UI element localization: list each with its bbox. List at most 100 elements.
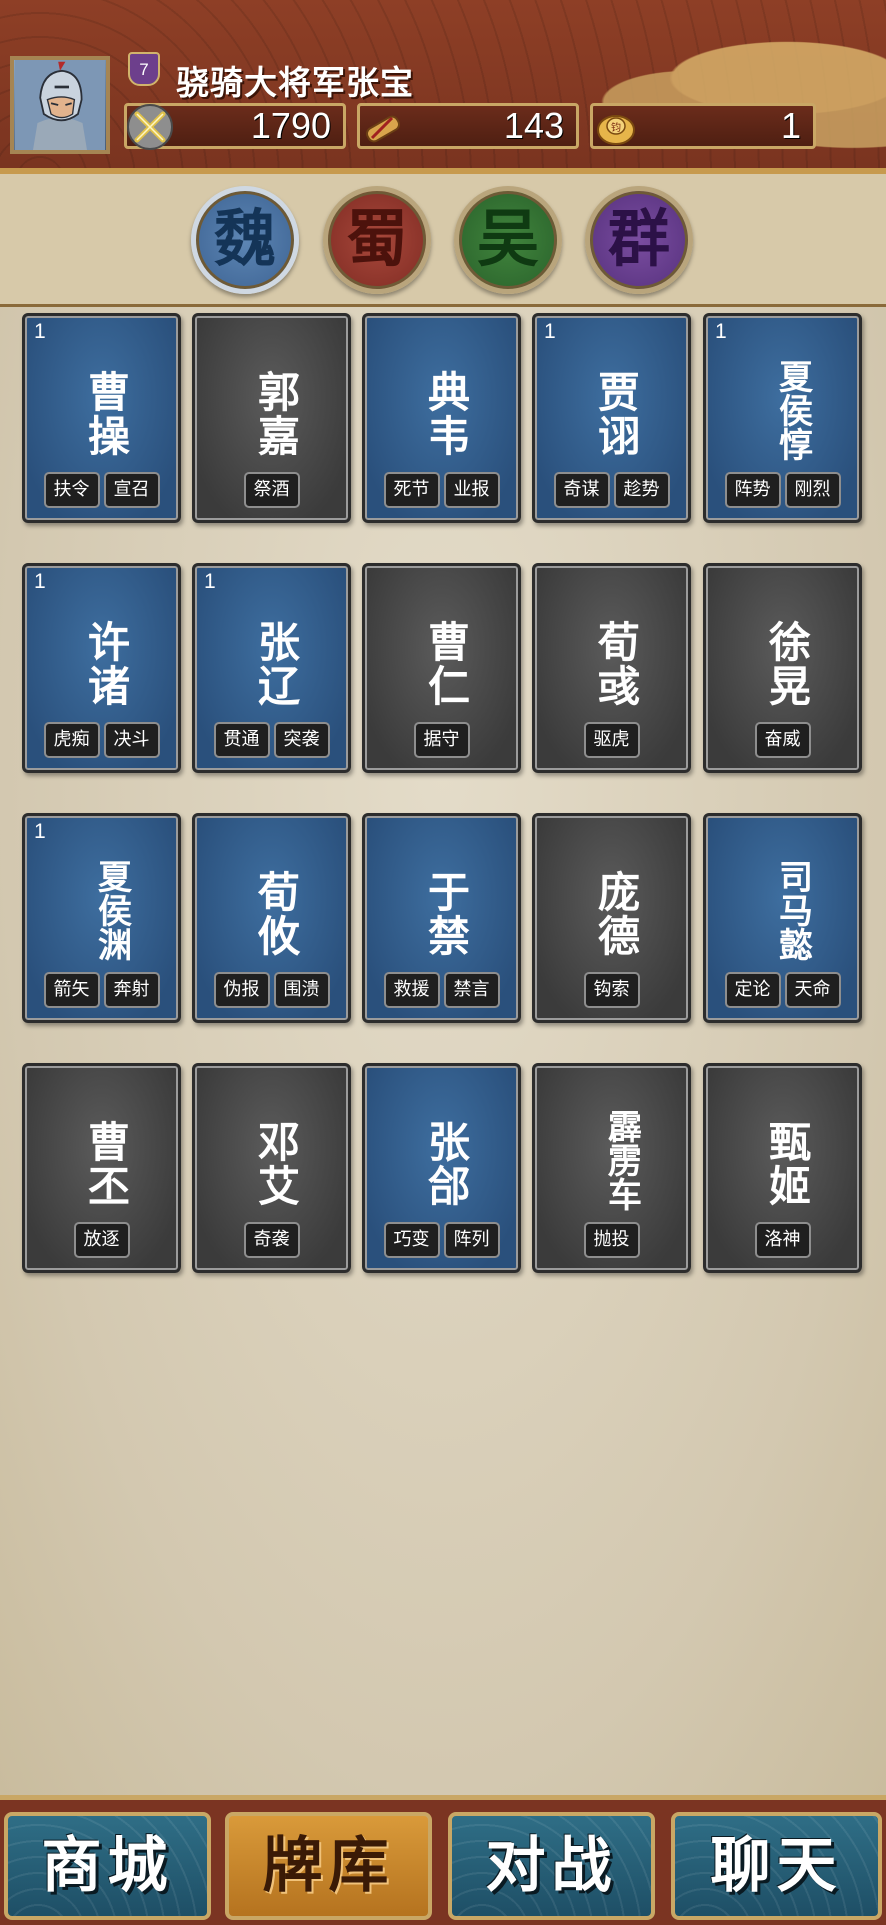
general-card[interactable]: 荀彧 驱虎 <box>532 563 691 773</box>
skill-list: 奋威 <box>706 722 859 758</box>
skill-tag[interactable]: 刚烈 <box>784 472 841 508</box>
skill-tag[interactable]: 抛投 <box>583 1222 640 1258</box>
skill-tag[interactable]: 奋威 <box>754 722 811 758</box>
avatar[interactable] <box>10 56 110 154</box>
card-name: 郭嘉 <box>251 370 301 458</box>
skill-list: 据守 <box>365 722 518 758</box>
skill-tag[interactable]: 围溃 <box>273 972 330 1008</box>
general-card[interactable]: 1 贾诩 奇谋 趁势 <box>532 313 691 523</box>
skill-tag[interactable]: 驱虎 <box>583 722 640 758</box>
skill-tag[interactable]: 救援 <box>383 972 440 1008</box>
skill-tag[interactable]: 定论 <box>724 972 781 1008</box>
nav-chat[interactable]: 聊天 <box>671 1812 882 1920</box>
skill-tag[interactable]: 突袭 <box>273 722 330 758</box>
card-grid <box>0 307 886 1795</box>
card-name: 邓艾 <box>251 1120 301 1208</box>
skill-list: 箭矢 奔射 <box>25 972 178 1008</box>
skill-list: 驱虎 <box>535 722 688 758</box>
general-card[interactable]: 霹雳车抛投 <box>532 1063 691 1273</box>
general-card[interactable]: 1 张辽 贯通 突袭 <box>192 563 351 773</box>
general-card[interactable]: 1 夏侯惇 阵势 刚烈 <box>703 313 862 523</box>
card-name: 夏侯渊 <box>91 859 132 961</box>
player-header: 7 骁骑大将军张宝 1790 143 钧 1 <box>0 0 886 174</box>
skill-tag[interactable]: 箭矢 <box>43 972 100 1008</box>
general-card[interactable]: 曹仁据守 <box>362 563 521 773</box>
card-name: 霹雳车 <box>601 1109 642 1211</box>
skill-tag[interactable]: 阵列 <box>443 1222 500 1258</box>
skill-tag[interactable]: 阵势 <box>724 472 781 508</box>
skill-tag[interactable]: 天命 <box>784 972 841 1008</box>
faction-tab-wu[interactable]: 吴 <box>454 186 562 294</box>
skill-tag[interactable]: 死节 <box>383 472 440 508</box>
skill-list: 奇谋 趁势 <box>535 472 688 508</box>
card-name: 许诸 <box>81 620 131 708</box>
card-name: 荀攸 <box>251 870 301 958</box>
faction-tabs: 魏 蜀 吴 群 <box>0 174 886 307</box>
skill-tag[interactable]: 奇谋 <box>553 472 610 508</box>
general-card[interactable]: 司马懿定论 天命 <box>703 813 862 1023</box>
card-name: 于禁 <box>421 870 471 958</box>
skill-tag[interactable]: 宣召 <box>103 472 160 508</box>
skill-tag[interactable]: 奇袭 <box>243 1222 300 1258</box>
card-name: 曹仁 <box>421 620 471 708</box>
bottom-nav: 商城 牌库 对战 聊天 <box>0 1795 886 1925</box>
general-card[interactable]: 邓艾奇袭 <box>192 1063 351 1273</box>
general-card[interactable]: 郭嘉祭酒 <box>192 313 351 523</box>
skill-list: 放逐 <box>25 1222 178 1258</box>
general-card[interactable]: 徐晃 奋威 <box>703 563 862 773</box>
gold-ingot-icon: 钧 <box>597 115 635 145</box>
skill-tag[interactable]: 决斗 <box>103 722 160 758</box>
level-badge: 7 <box>128 52 160 86</box>
nav-shop[interactable]: 商城 <box>4 1812 211 1920</box>
skill-tag[interactable]: 业报 <box>443 472 500 508</box>
general-card[interactable]: 张郃巧变 阵列 <box>362 1063 521 1273</box>
general-card[interactable]: 典韦 死节 业报 <box>362 313 521 523</box>
skill-tag[interactable]: 贯通 <box>213 722 270 758</box>
skill-list: 祭酒 <box>195 472 348 508</box>
skill-tag[interactable]: 祭酒 <box>243 472 300 508</box>
faction-tab-wei[interactable]: 魏 <box>191 186 299 294</box>
nav-battle[interactable]: 对战 <box>448 1812 655 1920</box>
skill-list: 扶令 宣召 <box>25 472 178 508</box>
stat-battle-power: 1790 <box>124 103 346 150</box>
card-name: 张郃 <box>421 1120 471 1208</box>
skill-tag[interactable]: 据守 <box>413 722 470 758</box>
general-card[interactable]: 荀攸伪报 围溃 <box>192 813 351 1023</box>
card-count: 1 <box>204 570 216 593</box>
stat-value: 1 <box>780 105 801 146</box>
skill-tag[interactable]: 巧变 <box>383 1222 440 1258</box>
card-name: 司马懿 <box>772 859 813 961</box>
skill-tag[interactable]: 奔射 <box>103 972 160 1008</box>
skill-list: 奇袭 <box>195 1222 348 1258</box>
skill-list: 死节 业报 <box>365 472 518 508</box>
faction-tab-shu[interactable]: 蜀 <box>323 186 431 294</box>
skill-tag[interactable]: 洛神 <box>754 1222 811 1258</box>
skill-tag[interactable]: 钩索 <box>583 972 640 1008</box>
skill-tag[interactable]: 放逐 <box>73 1222 130 1258</box>
skill-list: 钩索 <box>535 972 688 1008</box>
general-card[interactable]: 1 夏侯渊 箭矢 奔射 <box>22 813 181 1023</box>
general-card[interactable]: 1 许诸 虎痴 决斗 <box>22 563 181 773</box>
skill-list: 伪报 围溃 <box>195 972 348 1008</box>
general-card[interactable]: 甄姬 洛神 <box>703 1063 862 1273</box>
general-card[interactable]: 曹丕 放逐 <box>22 1063 181 1273</box>
player-name: 骁骑大将军张宝 <box>176 63 414 102</box>
card-count: 1 <box>544 320 556 343</box>
general-card[interactable]: 庞德 钩索 <box>532 813 691 1023</box>
card-name: 夏侯惇 <box>772 359 813 461</box>
skill-tag[interactable]: 趁势 <box>613 472 670 508</box>
stat-gold: 钧 1 <box>590 103 816 149</box>
general-card[interactable]: 1 曹操 扶令 宣召 <box>22 313 181 523</box>
skill-list: 阵势 刚烈 <box>706 472 859 508</box>
skill-list: 贯通 突袭 <box>195 722 348 758</box>
stat-value: 1790 <box>250 105 331 146</box>
svg-text:钧: 钧 <box>611 122 621 134</box>
skill-tag[interactable]: 禁言 <box>443 972 500 1008</box>
skill-tag[interactable]: 虎痴 <box>43 722 100 758</box>
faction-tab-qun[interactable]: 群 <box>585 186 693 294</box>
general-card[interactable]: 于禁救援 禁言 <box>362 813 521 1023</box>
nav-card-library[interactable]: 牌库 <box>225 1812 432 1920</box>
card-name: 曹操 <box>81 370 131 458</box>
skill-tag[interactable]: 伪报 <box>213 972 270 1008</box>
skill-tag[interactable]: 扶令 <box>43 472 100 508</box>
